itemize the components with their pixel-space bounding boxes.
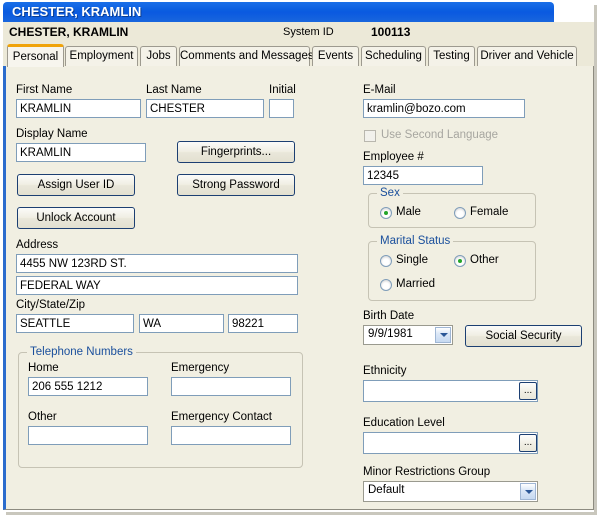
tab-events[interactable]: Events — [312, 46, 359, 66]
sex-female-radio[interactable] — [454, 207, 466, 219]
display-name-label: Display Name — [16, 128, 88, 140]
marital-single-radio[interactable] — [380, 255, 392, 267]
personal-tab-panel: First Name Last Name Initial Display Nam… — [3, 66, 594, 510]
display-name-input[interactable] — [16, 143, 146, 162]
use-second-language-checkbox[interactable] — [364, 130, 376, 142]
assign-user-id-button[interactable]: Assign User ID — [17, 174, 135, 196]
minor-restrictions-combobox[interactable]: Default — [363, 481, 538, 502]
tab-strip: Personal Employment Jobs Comments and Me… — [3, 44, 594, 67]
chevron-down-icon[interactable] — [435, 327, 451, 343]
tab-scheduling[interactable]: Scheduling — [361, 46, 426, 66]
birth-date-combobox[interactable]: 9/9/1981 — [363, 325, 453, 345]
sex-male-radio[interactable] — [380, 207, 392, 219]
address-label: Address — [16, 239, 59, 251]
marital-status-group — [368, 241, 536, 301]
record-header: CHESTER, KRAMLIN System ID 100113 — [3, 22, 594, 44]
social-security-button[interactable]: Social Security — [465, 325, 582, 347]
address-line1-input[interactable] — [16, 254, 298, 273]
tab-testing[interactable]: Testing — [428, 46, 475, 66]
tab-comments-and-messages[interactable]: Comments and Messages — [179, 46, 314, 66]
address-line2-input[interactable] — [16, 276, 298, 295]
emergency-contact-label: Emergency Contact — [171, 411, 272, 423]
last-name-input[interactable] — [146, 99, 264, 118]
sex-male-label: Male — [396, 206, 421, 218]
first-name-label: First Name — [16, 84, 73, 96]
marital-married-label: Married — [396, 278, 435, 290]
telephone-numbers-group — [18, 352, 303, 468]
emergency-phone-label: Emergency — [171, 362, 230, 374]
ethnicity-field[interactable]: ... — [363, 380, 538, 402]
record-name: CHESTER, KRAMLIN — [9, 25, 129, 39]
email-input[interactable] — [363, 99, 525, 118]
ethnicity-browse-icon[interactable]: ... — [519, 382, 537, 400]
marital-status-group-title: Marital Status — [377, 235, 454, 247]
chevron-down-icon[interactable] — [520, 483, 536, 500]
minor-restrictions-value: Default — [368, 484, 405, 496]
emergency-phone-input[interactable] — [171, 377, 291, 396]
state-input[interactable] — [139, 314, 224, 333]
sex-female-label: Female — [470, 206, 509, 218]
education-level-label: Education Level — [363, 417, 445, 429]
last-name-label: Last Name — [146, 84, 202, 96]
education-level-field[interactable]: ... — [363, 432, 538, 454]
system-id-label: System ID — [283, 26, 334, 38]
marital-other-radio[interactable] — [454, 255, 466, 267]
use-second-language-label: Use Second Language — [381, 129, 499, 141]
birth-date-label: Birth Date — [363, 310, 415, 322]
home-phone-label: Home — [28, 362, 59, 374]
home-phone-input[interactable] — [28, 377, 148, 396]
employee-number-label: Employee # — [363, 151, 424, 163]
window-shadow-bottom — [6, 512, 597, 515]
tab-employment[interactable]: Employment — [65, 46, 138, 66]
city-state-zip-label: City/State/Zip — [16, 299, 86, 311]
email-label: E-Mail — [363, 84, 396, 96]
application-window: CHESTER, KRAMLIN CHESTER, KRAMLIN System… — [0, 0, 597, 521]
education-browse-icon[interactable]: ... — [519, 434, 537, 452]
initial-input[interactable] — [269, 99, 294, 118]
minor-restrictions-group-label: Minor Restrictions Group — [363, 466, 491, 478]
window-title: CHESTER, KRAMLIN — [12, 4, 142, 19]
marital-single-label: Single — [396, 254, 428, 266]
city-input[interactable] — [16, 314, 134, 333]
fingerprints-button[interactable]: Fingerprints... — [177, 141, 295, 163]
tab-personal[interactable]: Personal — [7, 44, 64, 67]
other-phone-label: Other — [28, 411, 57, 423]
sex-group-title: Sex — [377, 187, 403, 199]
marital-other-label: Other — [470, 254, 499, 266]
system-id-value: 100113 — [371, 25, 411, 39]
other-phone-input[interactable] — [28, 426, 148, 445]
first-name-input[interactable] — [16, 99, 141, 118]
unlock-account-button[interactable]: Unlock Account — [17, 207, 135, 229]
window-titlebar: CHESTER, KRAMLIN — [3, 2, 554, 22]
ethnicity-label: Ethnicity — [363, 365, 407, 377]
tab-driver-and-vehicle[interactable]: Driver and Vehicle — [477, 46, 577, 66]
initial-label: Initial — [269, 84, 296, 96]
employee-number-input[interactable] — [363, 166, 483, 185]
zip-input[interactable] — [228, 314, 298, 333]
telephone-numbers-group-title: Telephone Numbers — [27, 346, 136, 358]
birth-date-value: 9/9/1981 — [368, 328, 413, 340]
emergency-contact-input[interactable] — [171, 426, 291, 445]
tab-jobs[interactable]: Jobs — [140, 46, 177, 66]
marital-married-radio[interactable] — [380, 279, 392, 291]
strong-password-button[interactable]: Strong Password — [177, 174, 295, 196]
